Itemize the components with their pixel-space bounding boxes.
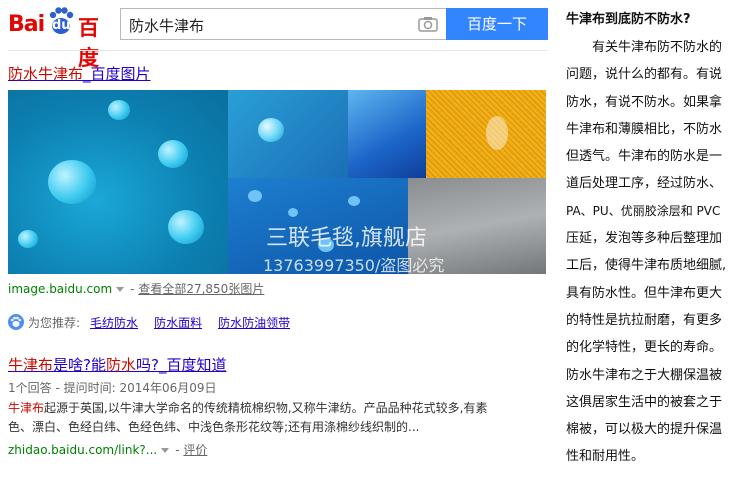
- title-highlight: 防水: [105, 356, 136, 374]
- article-line: 压延，发泡等多种后整理加: [566, 231, 723, 247]
- article-line: 防水牛津布之于大棚保温被: [566, 367, 723, 383]
- recommend-row: 为您推荐: 毛纺防水 防水面料 防水防油领带: [8, 314, 290, 331]
- snippet-text: 起源于英国,以牛津大学命名的传统精梳棉织物,又称牛津纺。产品品种花式较多,有素: [44, 401, 488, 415]
- result-meta: 1个回答 - 提问时间: 2014年06月09日: [8, 381, 217, 395]
- article-title: 牛津布到底防不防水?: [566, 12, 691, 27]
- article-line: 性和耐用性。: [566, 449, 645, 465]
- result-url[interactable]: zhidao.baidu.com/link?...: [8, 443, 157, 457]
- article-line: 工后，使得牛津布质地细腻,: [566, 258, 727, 274]
- article-line: 问题，说什么的都有。有说: [566, 67, 723, 83]
- article-body: 有关牛津布防不防水的 问题，说什么的都有。有说 防水，有说不防水。如果拿 牛津布…: [566, 34, 746, 471]
- title-highlight: 牛津布: [8, 356, 54, 374]
- article-line: 的化学特性，更长的寿命。: [566, 340, 723, 356]
- camera-icon[interactable]: [418, 16, 438, 32]
- snippet-text: 色、漂白、色经白纬、色经色纬、中浅色条形花纹等;还有用涤棉纱线织制的...: [8, 420, 420, 434]
- water-drop: [168, 210, 204, 244]
- recommend-label: 为您推荐:: [28, 316, 81, 330]
- water-drop: [18, 230, 38, 248]
- snippet-highlight: 牛津布: [8, 401, 45, 415]
- gallery-image-blue-drop[interactable]: [228, 90, 348, 178]
- article-line: 这俱居家生活中的被套之于: [566, 394, 723, 410]
- result-snippet: 牛津布起源于英国,以牛津大学命名的传统精梳棉织物,又称牛津纺。产品品种花式较多,…: [8, 399, 548, 437]
- article-line: 具有防水性。但牛津布更大: [566, 285, 723, 301]
- water-drop: [108, 100, 130, 120]
- result-images-url-row: image.baidu.com - 查看全部27,850张图片: [8, 282, 265, 296]
- paw-circle-icon: [8, 314, 24, 330]
- article-line: 防水，有说不防水。如果拿: [566, 94, 723, 110]
- dropdown-arrow-icon[interactable]: [116, 287, 125, 292]
- title-text: 是啥?能: [53, 356, 106, 374]
- water-drop: [288, 208, 298, 217]
- dropdown-arrow-icon[interactable]: [161, 448, 170, 453]
- water-drop: [248, 190, 262, 202]
- watermark-text: 13763997350/盗图必究: [263, 256, 445, 274]
- result-images-title[interactable]: 防水牛津布_百度图片: [8, 63, 151, 84]
- article-line: 道后处理工序，经过防水、: [566, 176, 723, 192]
- watermark-text: 三联毛毯,旗舰店: [266, 226, 427, 251]
- result-title-highlight: 防水牛津布: [8, 65, 84, 83]
- article-line: 但透气。牛津布的防水是一: [566, 149, 723, 165]
- water-drop: [258, 118, 284, 142]
- recommend-link[interactable]: 防水防油领带: [218, 316, 290, 330]
- search-input[interactable]: 防水牛津布: [120, 8, 446, 40]
- water-drop: [48, 160, 96, 204]
- recommend-link[interactable]: 防水面料: [154, 316, 202, 330]
- result-url[interactable]: image.baidu.com: [8, 282, 112, 296]
- water-drop: [348, 196, 360, 206]
- header-divider: [8, 50, 548, 51]
- article-line: 的特性是抗拉耐磨，有更多: [566, 312, 723, 328]
- logo-text-du: du: [52, 18, 71, 33]
- water-drop: [486, 116, 508, 150]
- logo-text-bai: Bai: [8, 12, 45, 37]
- baidu-logo[interactable]: Bai du 百度: [8, 4, 116, 70]
- view-all-images-link[interactable]: 查看全部27,850张图片: [138, 282, 264, 296]
- search-query[interactable]: 防水牛津布: [129, 15, 204, 36]
- gallery-image-yellow-fabric[interactable]: [426, 90, 546, 178]
- article-line: 有关牛津布防不防水的: [566, 40, 723, 55]
- result-zhidao-url-row: zhidao.baidu.com/link?... - 评价: [8, 443, 208, 457]
- title-text: 吗?_百度知道: [136, 356, 227, 374]
- review-link[interactable]: 评价: [183, 443, 207, 457]
- result-zhidao-title[interactable]: 牛津布是啥?能防水吗?_百度知道: [8, 354, 226, 375]
- article-line: 牛津布和薄膜相比，不防水: [566, 121, 723, 137]
- recommend-link[interactable]: 毛纺防水: [90, 316, 138, 330]
- gallery-image-water-drops[interactable]: [8, 90, 228, 274]
- article-line: 棉被，可以极大的提升保温: [566, 422, 723, 438]
- result-title-rest: _百度图片: [83, 65, 151, 83]
- article-line: PA、PU、优丽胶涂层和 PVC: [566, 203, 721, 218]
- water-drop: [158, 140, 188, 168]
- search-button[interactable]: 百度一下: [446, 8, 548, 40]
- gallery-image-blue-fabric[interactable]: [348, 90, 426, 178]
- image-gallery: 三联毛毯,旗舰店 13763997350/盗图必究: [8, 90, 546, 274]
